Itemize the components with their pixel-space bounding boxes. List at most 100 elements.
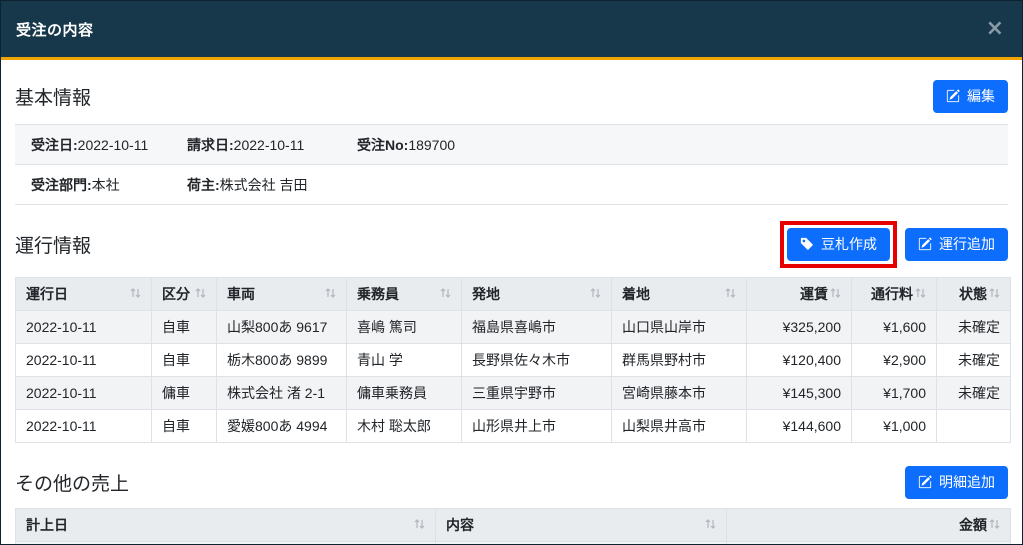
basic-info-table: 受注日:2022-10-11 請求日:2022-10-11 受注No:18970… — [15, 124, 1008, 205]
order-date-field: 受注日:2022-10-11 — [31, 135, 187, 155]
sort-icon — [590, 286, 601, 302]
sort-icon — [705, 517, 716, 533]
add-operation-button[interactable]: 運行追加 — [905, 228, 1008, 261]
status-cell: 未確定 — [937, 311, 1011, 344]
highlight-annotation: 豆札作成 — [780, 221, 897, 268]
column-header-chakuchi[interactable]: 着地 — [612, 278, 747, 311]
modal-header: 受注の内容 × — [1, 1, 1022, 60]
column-header-naiyou[interactable]: 内容 — [436, 509, 727, 542]
other-sales-table: 計上日 内容 金額 2022-10-11 出庫料 ¥20,000 — [15, 508, 1011, 545]
table-row[interactable]: 2022-10-11 自車 栃木800あ 9899 青山 学 長野県佐々木市 群… — [16, 344, 1011, 377]
cell: 青山 学 — [347, 344, 462, 377]
column-header-sharyou[interactable]: 車両 — [217, 278, 347, 311]
sort-icon — [915, 286, 926, 302]
add-operation-button-label: 運行追加 — [939, 234, 995, 254]
table-row[interactable]: 2022-10-11 自車 愛媛800あ 4994 木村 聡太郎 山形県井上市 … — [16, 410, 1011, 443]
mamefuda-create-button[interactable]: 豆札作成 — [787, 228, 890, 261]
cell: 宮崎県藤本市 — [612, 377, 747, 410]
cell: ¥1,600 — [852, 311, 937, 344]
cell: 群馬県野村市 — [612, 344, 747, 377]
column-header-joumuin[interactable]: 乗務員 — [347, 278, 462, 311]
cell: 山形県井上市 — [462, 410, 612, 443]
cell: ¥2,900 — [852, 344, 937, 377]
column-header-tsuukouryou[interactable]: 通行料 — [852, 278, 937, 311]
sort-icon — [325, 286, 336, 302]
unkou-section-head: 運行情報 豆札作成 運行追加 — [15, 221, 1008, 268]
cell: ¥20,000 — [727, 542, 1011, 545]
cell: 木村 聡太郎 — [347, 410, 462, 443]
sort-icon — [830, 286, 841, 302]
sort-icon — [414, 517, 425, 533]
status-cell: 未確定 — [937, 377, 1011, 410]
cell: 長野県佐々木市 — [462, 344, 612, 377]
sort-icon — [989, 517, 1000, 533]
cell: 栃木800あ 9899 — [217, 344, 347, 377]
pencil-square-icon — [946, 89, 960, 103]
cell: 愛媛800あ 4994 — [217, 410, 347, 443]
sort-icon — [725, 286, 736, 302]
cell: 株式会社 渚 2-1 — [217, 377, 347, 410]
order-detail-modal: 受注の内容 × 基本情報 編集 受注日:2022-10-11 請求日:2022-… — [0, 0, 1023, 545]
sort-icon — [989, 286, 1000, 302]
table-row[interactable]: 2022-10-11 出庫料 ¥20,000 — [16, 542, 1011, 545]
tag-icon — [800, 237, 814, 251]
unkou-buttons: 豆札作成 運行追加 — [780, 221, 1008, 268]
pencil-square-icon — [918, 237, 932, 251]
order-no-field: 受注No:189700 — [357, 135, 455, 155]
add-detail-button[interactable]: 明細追加 — [905, 466, 1008, 499]
cell: 喜嶋 篤司 — [347, 311, 462, 344]
modal-title: 受注の内容 — [16, 19, 94, 40]
cell: 福島県喜嶋市 — [462, 311, 612, 344]
edit-button-label: 編集 — [967, 86, 995, 106]
cell: ¥145,300 — [747, 377, 852, 410]
other-sales-header-row: 計上日 内容 金額 — [16, 509, 1011, 542]
cell: 山梨800あ 9617 — [217, 311, 347, 344]
unkou-heading: 運行情報 — [15, 231, 91, 258]
table-row[interactable]: 2022-10-11 傭車 株式会社 渚 2-1 傭車乗務員 三重県宇野市 宮崎… — [16, 377, 1011, 410]
column-header-hatchi[interactable]: 発地 — [462, 278, 612, 311]
edit-button[interactable]: 編集 — [933, 80, 1008, 113]
basic-info-row: 受注日:2022-10-11 請求日:2022-10-11 受注No:18970… — [15, 125, 1008, 165]
order-department-field: 受注部門:本社 — [31, 175, 187, 195]
mamefuda-button-label: 豆札作成 — [821, 234, 877, 254]
cell: 2022-10-11 — [16, 344, 152, 377]
cell: ¥1,000 — [852, 410, 937, 443]
modal-body: 基本情報 編集 受注日:2022-10-11 請求日:2022-10-11 受注… — [1, 60, 1022, 545]
cell: 2022-10-11 — [16, 410, 152, 443]
basic-info-row: 受注部門:本社 荷主:株式会社 吉田 — [15, 165, 1008, 205]
cell: 山梨県井高市 — [612, 410, 747, 443]
column-header-joutai[interactable]: 状態 — [937, 278, 1011, 311]
column-header-keijoubi[interactable]: 計上日 — [16, 509, 436, 542]
cell: 2022-10-11 — [16, 377, 152, 410]
shipper-field: 荷主:株式会社 吉田 — [187, 175, 308, 195]
column-header-kubun[interactable]: 区分 — [152, 278, 217, 311]
cell: 出庫料 — [436, 542, 727, 545]
cell: ¥120,400 — [747, 344, 852, 377]
column-header-kingaku[interactable]: 金額 — [727, 509, 1011, 542]
cell: 自車 — [152, 311, 217, 344]
status-cell — [937, 410, 1011, 443]
sort-icon — [440, 286, 451, 302]
cell: ¥325,200 — [747, 311, 852, 344]
sort-icon — [130, 286, 141, 302]
basic-info-heading: 基本情報 — [15, 83, 91, 110]
column-header-unkoubi[interactable]: 運行日 — [16, 278, 152, 311]
add-detail-button-label: 明細追加 — [939, 472, 995, 492]
close-icon[interactable]: × — [986, 18, 1004, 40]
cell: 山口県山岸市 — [612, 311, 747, 344]
cell: 2022-10-11 — [16, 311, 152, 344]
status-cell: 未確定 — [937, 344, 1011, 377]
other-sales-heading: その他の売上 — [15, 469, 129, 496]
cell: 自車 — [152, 344, 217, 377]
cell: ¥144,600 — [747, 410, 852, 443]
pencil-square-icon — [918, 475, 932, 489]
billing-date-field: 請求日:2022-10-11 — [187, 135, 357, 155]
cell: 2022-10-11 — [16, 542, 436, 545]
cell: 自車 — [152, 410, 217, 443]
column-header-unchin[interactable]: 運賃 — [747, 278, 852, 311]
table-row[interactable]: 2022-10-11 自車 山梨800あ 9617 喜嶋 篤司 福島県喜嶋市 山… — [16, 311, 1011, 344]
cell: 傭車 — [152, 377, 217, 410]
cell: 三重県宇野市 — [462, 377, 612, 410]
cell: ¥1,700 — [852, 377, 937, 410]
unkou-table: 運行日 区分 車両 乗務員 発地 着地 運賃 通行料 状態 2022-10-11… — [15, 277, 1011, 443]
